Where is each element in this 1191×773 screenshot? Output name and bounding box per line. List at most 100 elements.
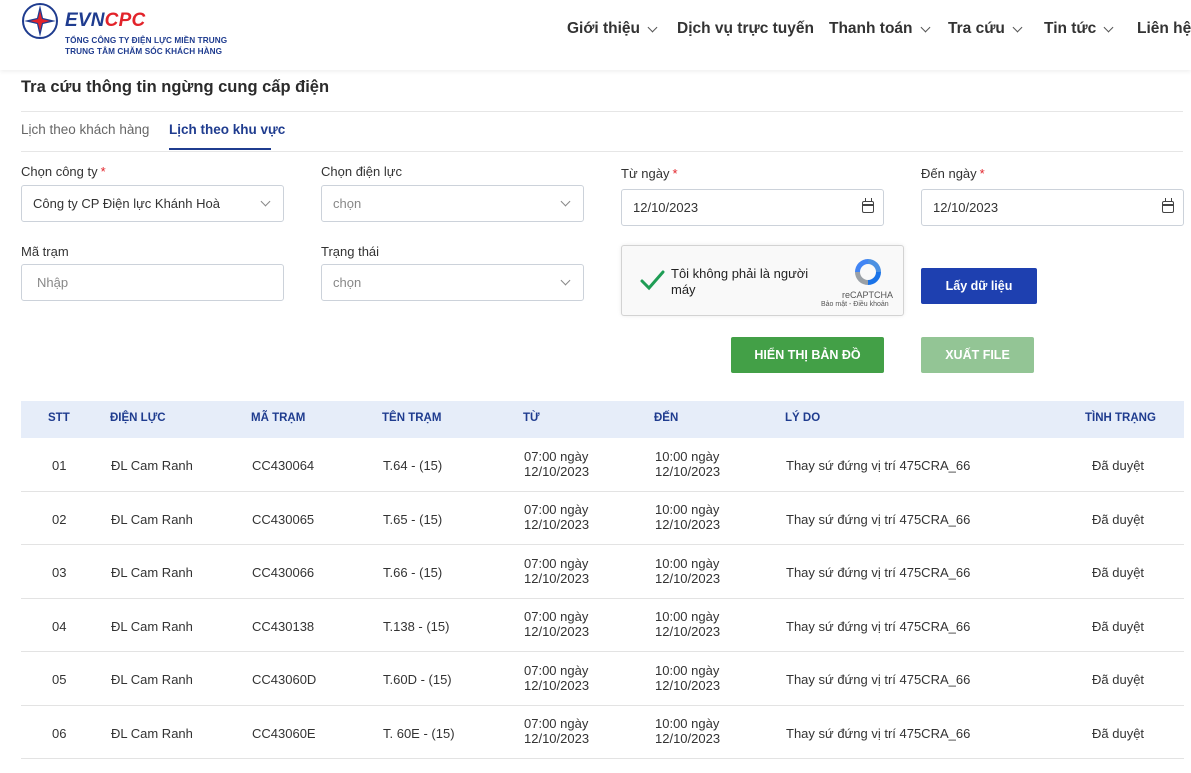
- cell-from-time: 07:00 ngày: [524, 556, 589, 571]
- cell-reason: Thay sứ đứng vị trí 475CRA_66: [786, 672, 971, 687]
- nav-item-tra-cuu[interactable]: Tra cứu: [948, 20, 1023, 38]
- cell-to-date: 12/10/2023: [655, 623, 721, 639]
- power-unit-select[interactable]: chọn: [321, 185, 584, 222]
- nav-item-gioi-thieu[interactable]: Giới thiệu: [567, 20, 658, 38]
- site-header: EVNCPC TỔNG CÔNG TY ĐIỆN LỰC MIỀN TRUNG …: [0, 0, 1191, 70]
- nav-item-tin-tuc[interactable]: Tin tức: [1044, 20, 1114, 38]
- nav-item-lien-he[interactable]: Liên hệ: [1137, 20, 1191, 38]
- cell-to-time: 10:00 ngày: [655, 663, 720, 678]
- table-row: [21, 438, 1184, 492]
- calendar-icon[interactable]: [1162, 198, 1174, 213]
- column-header-stt: STT: [48, 412, 70, 424]
- cell-name: T.64 - (15): [383, 458, 443, 473]
- recaptcha-text: Tôi không phải là người máy: [671, 266, 809, 297]
- chevron-down-icon: [560, 196, 571, 207]
- column-header-reason: LÝ DO: [785, 412, 821, 424]
- cell-stt: 05: [52, 672, 67, 687]
- recaptcha-widget[interactable]: Tôi không phải là người máy reCAPTCHA Bả…: [621, 245, 904, 316]
- cell-from-date: 12/10/2023: [524, 516, 590, 532]
- nav-item-label: Dịch vụ trực tuyến: [677, 20, 814, 37]
- nav-item-label: Tin tức: [1044, 20, 1097, 37]
- nav-item-label: Tra cứu: [948, 20, 1005, 37]
- chevron-down-icon: [647, 22, 658, 32]
- cell-to-date: 12/10/2023: [655, 570, 721, 586]
- to-date-value: 12/10/2023: [933, 200, 999, 215]
- column-header-from: TỪ: [523, 412, 540, 424]
- tab-customer-schedule[interactable]: Lịch theo khách hàng: [21, 122, 149, 137]
- cell-stt: 04: [52, 619, 67, 634]
- power-unit-placeholder: chọn: [333, 196, 362, 211]
- status-label-text: Trạng thái: [321, 244, 380, 259]
- from-date-value: 12/10/2023: [633, 200, 699, 215]
- cell-unit: ĐL Cam Ranh: [111, 512, 193, 527]
- from-date-label: Từ ngày *: [621, 166, 678, 181]
- cell-to-time: 10:00 ngày: [655, 716, 720, 731]
- recaptcha-links[interactable]: Bảo mật - Điều khoản: [821, 301, 889, 308]
- cell-from-date: 12/10/2023: [524, 623, 590, 639]
- column-header-unit: ĐIỆN LỰC: [110, 412, 166, 424]
- cell-from-date: 12/10/2023: [524, 677, 590, 693]
- cell-to: 10:00 ngày 12/10/2023: [655, 502, 720, 532]
- cell-from-date: 12/10/2023: [524, 730, 590, 746]
- cell-from: 07:00 ngày 12/10/2023: [524, 449, 590, 479]
- cell-reason: Thay sứ đứng vị trí 475CRA_66: [786, 565, 971, 580]
- cell-status: Đã duyệt: [1092, 565, 1145, 580]
- brand-name: EVNCPC: [65, 10, 145, 32]
- brand-name-part1: EVN: [65, 10, 105, 31]
- calendar-icon[interactable]: [862, 198, 874, 213]
- table-header: [21, 401, 1184, 438]
- station-code-placeholder: Nhập: [37, 275, 69, 290]
- company-label: Chọn công ty *: [21, 164, 106, 179]
- cell-to: 10:00 ngày 12/10/2023: [655, 449, 720, 479]
- to-date-label: Đến ngày *: [921, 166, 985, 181]
- export-file-button[interactable]: XUẤT FILE: [921, 337, 1034, 373]
- cell-to-date: 12/10/2023: [655, 730, 721, 746]
- brand-logo[interactable]: EVNCPC TỔNG CÔNG TY ĐIỆN LỰC MIỀN TRUNG …: [21, 2, 241, 64]
- status-select[interactable]: chọn: [321, 264, 584, 301]
- power-unit-label: Chọn điện lực: [321, 164, 402, 179]
- cell-reason: Thay sứ đứng vị trí 475CRA_66: [786, 458, 971, 473]
- cell-to: 10:00 ngày 12/10/2023: [655, 663, 720, 693]
- nav-item-label: Thanh toán: [829, 20, 913, 37]
- cell-to: 10:00 ngày 12/10/2023: [655, 556, 721, 586]
- cell-to-time: 10:00 ngày: [655, 502, 720, 517]
- from-date-field[interactable]: 12/10/2023: [621, 189, 884, 226]
- brand-name-part2: CPC: [104, 10, 146, 31]
- table-row: [21, 599, 1184, 652]
- recaptcha-brand: reCAPTCHA: [842, 290, 894, 300]
- cell-from: 07:00 ngày 12/10/2023: [524, 556, 589, 586]
- tab-area-schedule[interactable]: Lịch theo khu vực: [169, 122, 285, 137]
- cell-to-time: 10:00 ngày: [655, 449, 720, 464]
- brand-subtitle-line2: TRUNG TÂM CHĂM SÓC KHÁCH HÀNG: [65, 47, 223, 56]
- show-map-button[interactable]: HIỂN THỊ BẢN ĐỒ: [731, 337, 884, 373]
- company-label-text: Chọn công ty: [21, 164, 98, 179]
- station-code-input[interactable]: Nhập: [21, 264, 284, 301]
- to-date-label-text: Đến ngày: [921, 166, 977, 181]
- cell-stt: 01: [52, 458, 67, 473]
- required-mark: *: [979, 166, 985, 181]
- cell-to: 10:00 ngày 12/10/2023: [655, 716, 721, 746]
- nav-item-dich-vu[interactable]: Dịch vụ trực tuyến: [677, 20, 814, 38]
- chevron-down-icon: [1103, 22, 1114, 32]
- nav-item-thanh-toan[interactable]: Thanh toán: [829, 20, 930, 38]
- company-select-value: Công ty CP Điện lực Khánh Hoà: [33, 196, 220, 211]
- column-header-status: TÌNH TRẠNG: [1085, 412, 1156, 424]
- cell-to-time: 10:00 ngày: [655, 609, 720, 624]
- checkmark-icon[interactable]: [638, 266, 666, 294]
- active-tab-indicator: [169, 148, 271, 150]
- cell-from: 07:00 ngày 12/10/2023: [524, 502, 590, 532]
- company-select[interactable]: Công ty CP Điện lực Khánh Hoà: [21, 185, 284, 222]
- cell-stt: 06: [52, 726, 67, 741]
- cell-from-time: 07:00 ngày: [524, 663, 589, 678]
- cell-status: Đã duyệt: [1092, 726, 1145, 741]
- status-label: Trạng thái: [321, 244, 379, 259]
- cell-from-date: 12/10/2023: [524, 463, 590, 479]
- chevron-down-icon: [260, 196, 271, 207]
- to-date-field[interactable]: 12/10/2023: [921, 189, 1184, 226]
- cell-unit: ĐL Cam Ranh: [111, 726, 193, 741]
- fetch-data-button[interactable]: Lấy dữ liệu: [921, 268, 1037, 304]
- station-code-label-text: Mã trạm: [21, 244, 69, 259]
- table-row: [21, 706, 1184, 759]
- cell-from-time: 07:00 ngày: [524, 609, 589, 624]
- chevron-down-icon: [1012, 22, 1023, 32]
